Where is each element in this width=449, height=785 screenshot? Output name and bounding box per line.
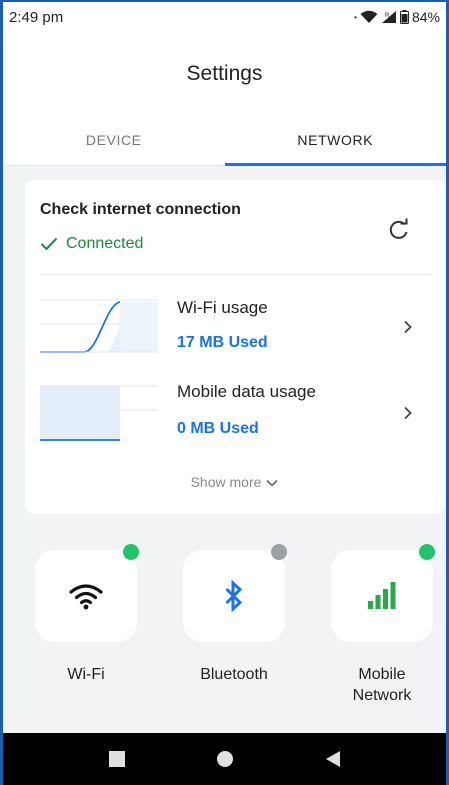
mobile-network-status-dot	[419, 544, 435, 560]
check-connection-title[interactable]: Check internet connection	[40, 201, 241, 219]
show-more-button[interactable]: Show more	[25, 474, 445, 490]
tab-device[interactable]: DEVICE	[3, 120, 225, 165]
card-divider	[40, 274, 430, 275]
status-bar: 2:49 pm • R 84%	[3, 2, 446, 32]
cell-signal-icon: R	[381, 11, 396, 23]
wifi-tile[interactable]	[35, 544, 139, 642]
home-button-icon[interactable]	[216, 750, 234, 768]
wifi-usage-label: Wi-Fi usage	[177, 298, 268, 317]
bluetooth-tile[interactable]	[183, 544, 287, 642]
wifi-tile-label: Wi-Fi	[67, 666, 105, 683]
mobile-network-tile-label: Mobile Network	[331, 664, 433, 706]
mobile-usage-row[interactable]: Mobile data usage 0 MB Used	[25, 382, 445, 466]
mobile-usage-value: 0 MB Used	[177, 420, 259, 437]
bluetooth-tile-label: Bluetooth	[200, 666, 268, 683]
mobile-network-label-line1: Mobile	[358, 666, 406, 683]
bluetooth-icon	[225, 580, 243, 612]
phone-frame: 2:49 pm • R 84% Settings DEVICE NETWORK …	[0, 0, 449, 785]
connection-status-label: Connected	[66, 235, 144, 252]
refresh-icon[interactable]	[387, 218, 411, 242]
mobile-usage-label: Mobile data usage	[177, 382, 316, 401]
mobile-usage-graph-icon	[40, 385, 158, 441]
signal-bars-icon	[368, 582, 396, 609]
chevron-down-icon	[266, 480, 278, 487]
wifi-status-icon	[360, 10, 378, 23]
mobile-network-tile[interactable]	[331, 544, 435, 642]
battery-percent: 84%	[411, 9, 440, 25]
network-card: Check internet connection Connected Wi-F…	[25, 180, 445, 514]
page-title: Settings	[186, 62, 263, 85]
recents-button-icon[interactable]	[108, 750, 126, 768]
show-more-label: Show more	[190, 474, 262, 490]
vibrate-dot-icon: •	[354, 12, 357, 22]
connection-status: Connected	[40, 235, 143, 253]
wifi-icon	[69, 584, 103, 610]
mobile-network-label-line2: Network	[352, 687, 412, 704]
wifi-status-dot	[123, 544, 139, 560]
chevron-right-icon	[404, 406, 412, 420]
chevron-right-icon	[404, 320, 412, 334]
tab-bar: DEVICE NETWORK	[3, 120, 446, 166]
tab-network[interactable]: NETWORK	[224, 120, 447, 166]
navigation-bar	[3, 733, 446, 785]
wifi-usage-graph-icon	[40, 299, 158, 353]
svg-text:R: R	[385, 13, 390, 19]
check-icon	[40, 237, 58, 251]
battery-icon	[399, 10, 409, 24]
bluetooth-status-dot	[271, 544, 287, 560]
back-button-icon[interactable]	[325, 750, 341, 768]
status-time: 2:49 pm	[9, 8, 64, 26]
status-icons: • R 84%	[354, 9, 440, 25]
wifi-usage-value: 17 MB Used	[177, 334, 268, 351]
wifi-usage-row[interactable]: Wi-Fi usage 17 MB Used	[25, 292, 445, 374]
